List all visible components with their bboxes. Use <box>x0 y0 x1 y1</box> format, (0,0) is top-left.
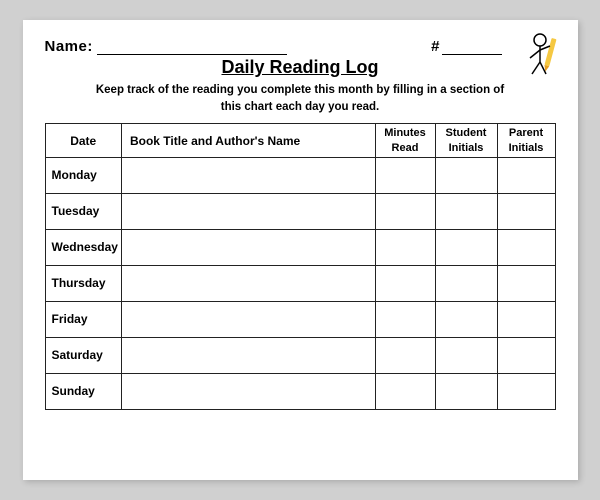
header-row: Name: # <box>45 38 556 55</box>
data-cell[interactable] <box>121 337 375 373</box>
data-cell[interactable] <box>435 229 497 265</box>
data-cell[interactable] <box>435 193 497 229</box>
th-date: Date <box>45 124 121 158</box>
th-minutes: MinutesRead <box>375 124 435 158</box>
day-cell: Tuesday <box>45 193 121 229</box>
day-cell: Monday <box>45 157 121 193</box>
name-underline <box>97 54 287 55</box>
reading-log-table: Date Book Title and Author's Name Minute… <box>45 123 556 410</box>
hash-underline <box>442 54 502 55</box>
data-cell[interactable] <box>435 265 497 301</box>
table-row: Sunday <box>45 373 555 409</box>
th-parent-initials: ParentInitials <box>497 124 555 158</box>
data-cell[interactable] <box>121 157 375 193</box>
hash-symbol: # <box>431 38 439 55</box>
data-cell[interactable] <box>497 229 555 265</box>
table-row: Saturday <box>45 337 555 373</box>
data-cell[interactable] <box>435 157 497 193</box>
data-cell[interactable] <box>497 157 555 193</box>
day-cell: Sunday <box>45 373 121 409</box>
data-cell[interactable] <box>121 193 375 229</box>
hash-section: # <box>431 38 501 55</box>
data-cell[interactable] <box>121 265 375 301</box>
table-row: Wednesday <box>45 229 555 265</box>
data-cell[interactable] <box>497 301 555 337</box>
th-book: Book Title and Author's Name <box>121 124 375 158</box>
name-label: Name: <box>45 38 93 55</box>
day-cell: Thursday <box>45 265 121 301</box>
page: Name: # Daily Reading Log Keep tra <box>23 20 578 480</box>
data-cell[interactable] <box>375 301 435 337</box>
data-cell[interactable] <box>497 193 555 229</box>
data-cell[interactable] <box>375 265 435 301</box>
data-cell[interactable] <box>375 157 435 193</box>
table-row: Friday <box>45 301 555 337</box>
data-cell[interactable] <box>435 337 497 373</box>
data-cell[interactable] <box>497 337 555 373</box>
day-cell: Saturday <box>45 337 121 373</box>
data-cell[interactable] <box>375 229 435 265</box>
data-cell[interactable] <box>121 373 375 409</box>
page-subtitle: Keep track of the reading you complete t… <box>45 82 556 115</box>
table-row: Thursday <box>45 265 555 301</box>
data-cell[interactable] <box>497 373 555 409</box>
table-row: Monday <box>45 157 555 193</box>
table-row: Tuesday <box>45 193 555 229</box>
data-cell[interactable] <box>435 301 497 337</box>
day-cell: Friday <box>45 301 121 337</box>
data-cell[interactable] <box>121 301 375 337</box>
th-student-initials: StudentInitials <box>435 124 497 158</box>
day-cell: Wednesday <box>45 229 121 265</box>
data-cell[interactable] <box>497 265 555 301</box>
figure-decoration <box>520 30 564 84</box>
page-title: Daily Reading Log <box>45 57 556 78</box>
data-cell[interactable] <box>375 193 435 229</box>
data-cell[interactable] <box>435 373 497 409</box>
data-cell[interactable] <box>375 337 435 373</box>
data-cell[interactable] <box>375 373 435 409</box>
data-cell[interactable] <box>121 229 375 265</box>
